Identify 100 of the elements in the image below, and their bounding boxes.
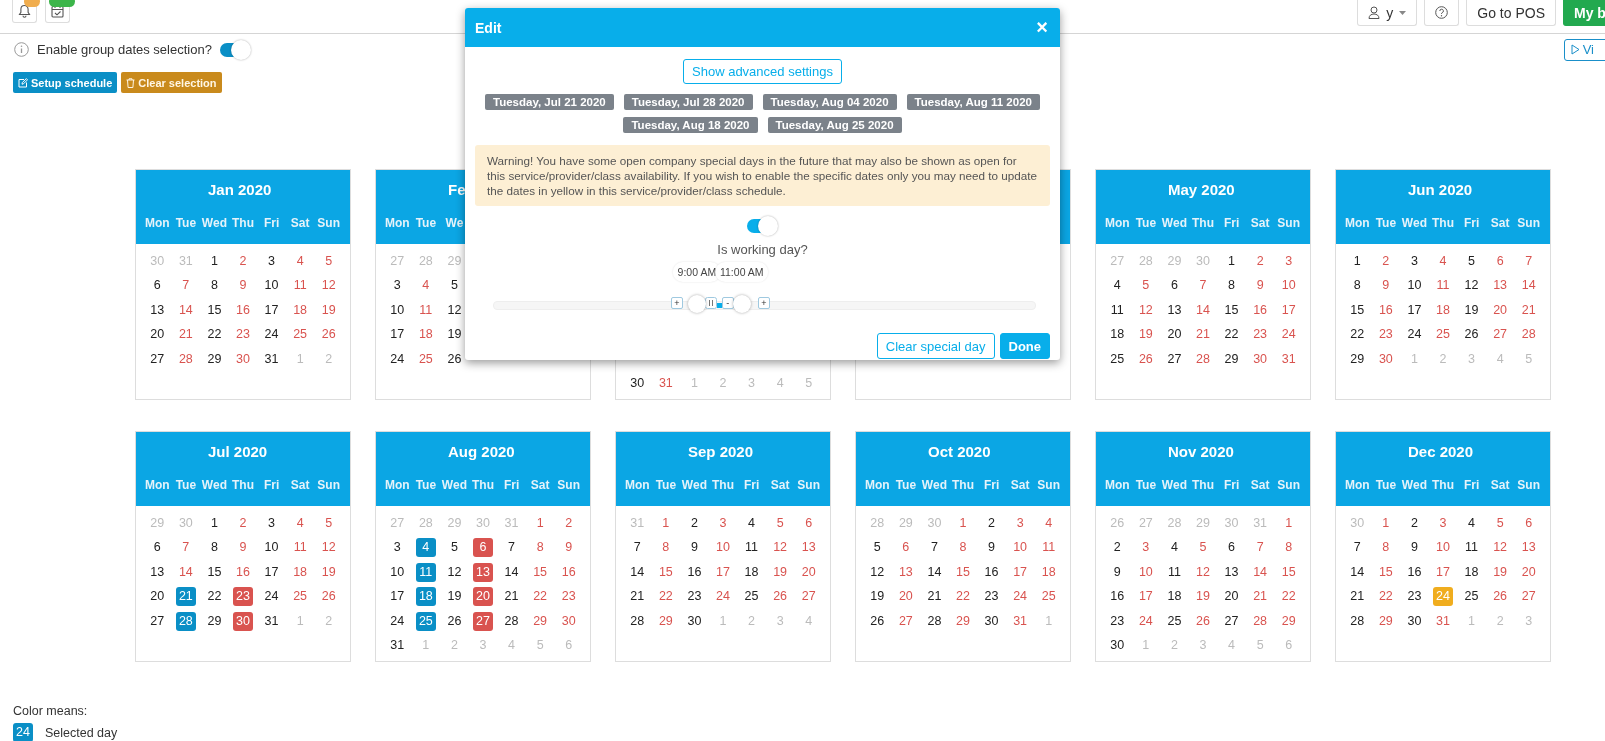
calendar-day[interactable]: 14 — [1348, 562, 1367, 582]
close-button[interactable]: × — [1036, 16, 1048, 39]
calendar-day[interactable]: 17 — [1136, 587, 1155, 607]
calendar-day[interactable]: 18 — [1462, 562, 1481, 582]
calendar-day[interactable]: 14 — [1251, 562, 1270, 582]
calendar-day[interactable]: 6 — [1165, 276, 1184, 296]
calendar-day[interactable]: 24 — [1011, 587, 1030, 607]
calendar-day[interactable]: 22 — [1376, 587, 1395, 607]
calendar-day[interactable]: 26 — [1462, 325, 1481, 345]
calendar-day[interactable]: 26 — [445, 349, 464, 369]
calendar-day[interactable]: 20 — [148, 587, 167, 607]
advanced-settings-button[interactable]: Show advanced settings — [683, 59, 842, 84]
calendar-day[interactable]: 1 — [531, 513, 550, 533]
calendar-day[interactable]: 29 — [205, 611, 224, 631]
calendar-day[interactable]: 8 — [1376, 538, 1395, 558]
calendar-day[interactable]: 9 — [234, 276, 252, 296]
calendar-day[interactable]: 12 — [1194, 562, 1212, 582]
calendar-day[interactable]: 26 — [319, 587, 338, 607]
calendar-day[interactable]: 3 — [388, 538, 407, 558]
calendar-day[interactable]: 31 — [1011, 611, 1030, 631]
calendar-day[interactable]: 19 — [1136, 325, 1155, 345]
calendar-day[interactable]: 5 — [1194, 538, 1212, 558]
calendar-day[interactable]: 4 — [1434, 251, 1452, 271]
calendar-day[interactable]: 22 — [1348, 325, 1367, 345]
calendar-day[interactable]: 19 — [445, 587, 464, 607]
calendar-day[interactable]: 6 — [799, 513, 818, 533]
calendar-day[interactable]: 13 — [1519, 538, 1538, 558]
calendar-day[interactable]: 4 — [415, 538, 436, 558]
calendar-day[interactable]: 16 — [685, 562, 704, 582]
calendar-day[interactable]: 20 — [799, 562, 818, 582]
help-button[interactable] — [1424, 0, 1460, 26]
calendar-day[interactable]: 31 — [656, 374, 675, 394]
calendar-day[interactable]: 19 — [868, 587, 887, 607]
calendar-day[interactable]: 16 — [234, 300, 252, 320]
calendar-day[interactable]: 23 — [1405, 587, 1424, 607]
calendar-day[interactable]: 30 — [685, 611, 704, 631]
calendar-day[interactable]: 31 — [262, 611, 281, 631]
calendar-day[interactable]: 21 — [176, 325, 195, 345]
calendar-day[interactable]: 12 — [771, 538, 790, 558]
calendar-day[interactable]: 20 — [473, 587, 493, 607]
calendar-day[interactable]: 9 — [1251, 276, 1270, 296]
calendar-day[interactable]: 4 — [291, 513, 310, 533]
calendar-day[interactable]: 20 — [1519, 562, 1538, 582]
calendar-day[interactable]: 10 — [1136, 562, 1155, 582]
calendar-day[interactable]: 23 — [233, 587, 253, 607]
calendar-day[interactable]: 16 — [1376, 300, 1395, 320]
calendar-day[interactable]: 31 — [1279, 349, 1298, 369]
calendar-day[interactable]: 12 — [319, 276, 338, 296]
calendar-day[interactable]: 29 — [656, 611, 675, 631]
calendar-day[interactable]: 15 — [205, 562, 224, 582]
calendar-day[interactable]: 8 — [1348, 276, 1367, 296]
calendar-day[interactable]: 9 — [1108, 562, 1127, 582]
calendar-day[interactable]: 15 — [1348, 300, 1367, 320]
calendar-day[interactable]: 24 — [1405, 325, 1424, 345]
calendar-day[interactable]: 8 — [1279, 538, 1298, 558]
calendar-day[interactable]: 28 — [1194, 349, 1212, 369]
calendar-day[interactable]: 3 — [388, 276, 407, 296]
calendar-day[interactable]: 18 — [291, 300, 310, 320]
calendar-day[interactable]: 9 — [982, 538, 1001, 558]
calendar-day[interactable]: 19 — [1462, 300, 1481, 320]
calendar-day[interactable]: 29 — [1348, 349, 1367, 369]
calendar-day[interactable]: 22 — [1222, 325, 1241, 345]
increment-button[interactable]: + — [757, 297, 770, 309]
calendar-day[interactable]: 4 — [291, 251, 310, 271]
calendar-day[interactable]: 17 — [1279, 300, 1298, 320]
calendar-day[interactable]: 17 — [1405, 300, 1424, 320]
toggle-switch[interactable] — [219, 39, 251, 60]
calendar-day[interactable]: 14 — [176, 562, 195, 582]
calendar-day[interactable]: 6 — [1222, 538, 1241, 558]
calendar-day[interactable]: 2 — [234, 513, 252, 533]
calendar-day[interactable]: 5 — [319, 513, 338, 533]
calendar-day[interactable]: 5 — [445, 538, 464, 558]
calendar-day[interactable]: 30 — [234, 349, 252, 369]
calendar-day[interactable]: 1 — [954, 513, 972, 533]
calendar-day[interactable]: 30 — [233, 611, 253, 631]
calendar-day[interactable]: 19 — [1491, 562, 1510, 582]
calendar-day[interactable]: 8 — [205, 538, 224, 558]
calendar-day[interactable]: 12 — [445, 300, 464, 320]
calendar-day[interactable]: 9 — [685, 538, 704, 558]
calendar-day[interactable]: 25 — [416, 349, 435, 369]
calendar-day[interactable]: 10 — [262, 538, 281, 558]
calendar-day[interactable]: 24 — [388, 349, 407, 369]
calendar-day[interactable]: 27 — [1519, 587, 1538, 607]
calendar-day[interactable]: 26 — [319, 325, 338, 345]
calendar-day[interactable]: 12 — [319, 538, 338, 558]
calendar-day[interactable]: 24 — [262, 325, 281, 345]
calendar-day[interactable]: 30 — [559, 611, 578, 631]
calendar-day[interactable]: 29 — [1222, 349, 1241, 369]
calendar-day[interactable]: 22 — [954, 587, 972, 607]
calendar-day[interactable]: 27 — [148, 611, 167, 631]
calendar-day[interactable]: 6 — [473, 538, 493, 558]
calendar-day[interactable]: 11 — [416, 300, 435, 320]
calendar-day[interactable]: 18 — [416, 325, 435, 345]
calendar-day[interactable]: 10 — [714, 538, 732, 558]
slider-thumb[interactable] — [687, 295, 706, 313]
calendar-day[interactable]: 11 — [1462, 538, 1481, 558]
calendar-day[interactable]: 3 — [262, 251, 281, 271]
calendar-day[interactable]: 16 — [1108, 587, 1127, 607]
calendar-day[interactable]: 25 — [291, 325, 310, 345]
calendar-day[interactable]: 20 — [148, 325, 167, 345]
